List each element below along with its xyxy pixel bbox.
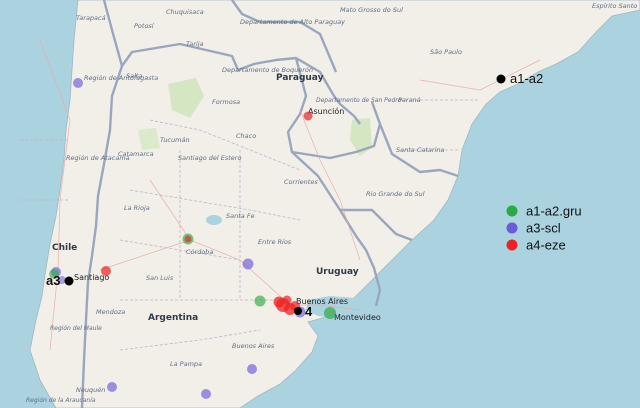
legend-label: a3-scl [526,221,561,236]
marker-a1-a2-gru [324,307,336,319]
region-label: Formosa [212,98,240,106]
legend-label: a4-eze [526,238,566,253]
region-label: Región de Antofagasta [84,74,158,82]
region-label: Región de la Araucanía [26,397,96,404]
node-a3-label: a3 [46,273,60,288]
legend-marker [506,222,518,234]
region-label: Santa Fe [226,212,255,220]
region-label: La Pampa [170,360,202,368]
marker-a3-scl [201,389,211,399]
region-label: Departamento de Alto Paraguay [240,18,345,26]
region-label: Salta [126,72,142,80]
legend-marker [506,205,518,217]
node-a3-dot [64,276,74,286]
region-label: Chaco [236,132,256,140]
marker-a3-scl [242,258,254,270]
country-label-chile: Chile [52,243,77,253]
region-label: Tarapacá [76,14,106,22]
city-label-buenos-aires: Buenos Aires [296,297,348,306]
node-a1-a2-label: a1-a2 [510,71,543,86]
lake [206,215,222,225]
region-label: Tarija [186,40,204,48]
region-label: Rio Grande do Sul [366,190,425,198]
marker-a4-eze [303,111,313,121]
marker-a3-scl [73,78,83,88]
node-a4-dot [294,307,302,315]
marker-a4-eze [273,296,285,308]
region-label: Neuquén [76,386,105,394]
region-label: Entre Ríos [258,238,292,246]
marker-a3-scl [247,364,257,374]
city-label-asuncion: Asunción [308,106,344,116]
map-canvas[interactable]: Chuquisaca Tarija Potosí Tarapacá Depart… [0,0,640,408]
region-label: Espírito Santo [592,2,637,10]
country-label-uruguay: Uruguay [316,267,359,277]
region-label: Corrientes [284,178,318,186]
region-label: Departamento de San Pedro [316,97,402,104]
marker-a4-eze [282,295,292,305]
region-label: Santa Catarina [396,146,444,154]
legend-label: a1-a2.gru [526,204,582,219]
region-label: Córdoba [186,248,213,256]
marker-a4-eze [184,235,192,243]
region-label: Mato Grosso do Sul [340,6,403,14]
country-label-paraguay: Paraguay [276,73,324,83]
region-label: Región del Maule [50,325,102,332]
country-label-argentina: Argentina [148,313,198,323]
region-label: São Paulo [430,48,462,56]
region-label: Chuquisaca [166,8,204,16]
region-label: Catamarca [118,150,154,158]
region-label: Santiago del Estero [178,154,241,162]
region-label: Mendoza [96,308,125,316]
legend-marker [506,239,518,251]
marker-a4-eze [101,266,111,276]
node-a4-label: 4 [305,304,313,319]
region-label: San Luis [146,274,174,282]
region-label: La Rioja [124,204,150,212]
marker-a1-a2-gru [254,295,266,307]
region-label: Potosí [134,22,155,30]
region-label: Buenos Aires [232,342,275,350]
city-label-montevideo: Montevideo [334,313,381,322]
map-view[interactable]: Chuquisaca Tarija Potosí Tarapacá Depart… [0,0,640,408]
marker-a3-scl [107,382,117,392]
region-label: Tucumán [160,136,190,144]
node-a1-a2-dot [496,74,506,84]
